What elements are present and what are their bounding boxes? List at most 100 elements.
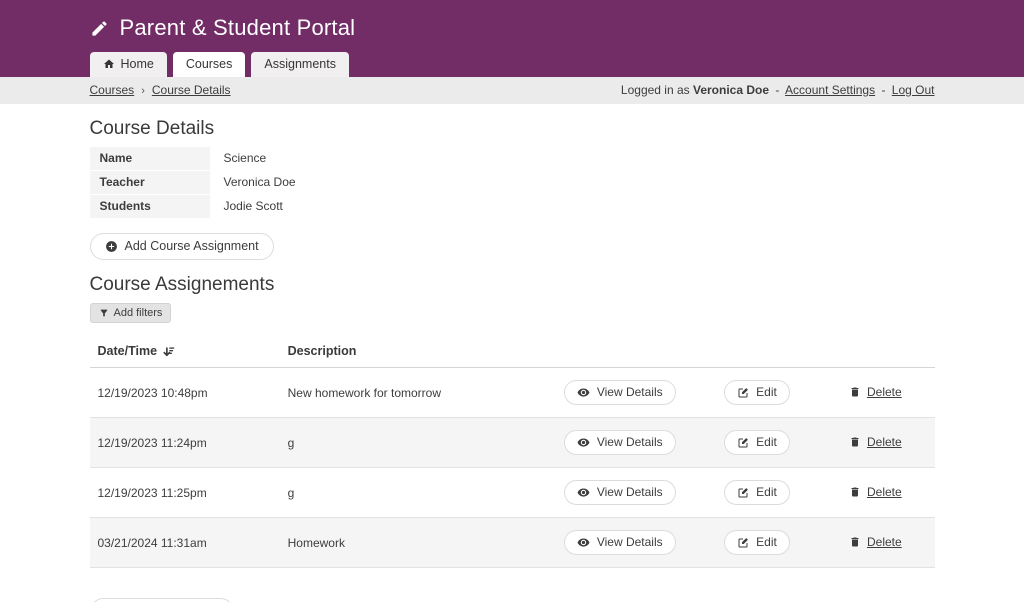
main-nav: Home Courses Assignments bbox=[90, 52, 935, 77]
app-title: Parent & Student Portal bbox=[120, 15, 356, 41]
session-info: Logged in as Veronica Doe - Account Sett… bbox=[621, 83, 935, 97]
sort-amount-icon[interactable] bbox=[162, 345, 175, 358]
detail-row-name: Name Science bbox=[90, 147, 935, 170]
tab-assignments[interactable]: Assignments bbox=[251, 52, 349, 77]
account-settings-link[interactable]: Account Settings bbox=[785, 83, 875, 97]
detail-row-teacher: Teacher Veronica Doe bbox=[90, 171, 935, 194]
add-filters-button[interactable]: Add filters bbox=[90, 303, 172, 323]
table-row: 03/21/2024 11:31am Homework View Details… bbox=[90, 518, 935, 568]
breadcrumb-link-course-details[interactable]: Course Details bbox=[152, 83, 231, 97]
edit-icon bbox=[737, 537, 749, 549]
cell-description: New homework for tomorrow bbox=[280, 368, 542, 418]
detail-label: Name bbox=[90, 147, 210, 170]
add-course-assignment-button[interactable]: Add Course Assignment bbox=[90, 233, 274, 260]
column-header-actions bbox=[816, 335, 934, 368]
main-content: Course Details Name Science Teacher Vero… bbox=[90, 117, 935, 602]
cell-description: g bbox=[280, 468, 542, 518]
delete-label: Delete bbox=[867, 485, 902, 499]
edit-button[interactable]: Edit bbox=[724, 430, 790, 455]
view-details-button[interactable]: View Details bbox=[564, 430, 676, 455]
tab-courses[interactable]: Courses bbox=[173, 52, 246, 77]
plus-circle-icon bbox=[105, 240, 118, 253]
breadcrumb: Courses › Course Details bbox=[90, 83, 231, 97]
edit-button[interactable]: Edit bbox=[724, 380, 790, 405]
cell-description: Homework bbox=[280, 518, 542, 568]
trash-icon bbox=[849, 436, 861, 448]
detail-value: Jodie Scott bbox=[210, 195, 297, 218]
add-filters-label: Add filters bbox=[114, 307, 163, 319]
column-header-datetime[interactable]: Date/Time bbox=[90, 335, 280, 368]
delete-label: Delete bbox=[867, 535, 902, 549]
view-details-button[interactable]: View Details bbox=[564, 480, 676, 505]
edit-icon bbox=[737, 437, 749, 449]
eye-icon bbox=[577, 436, 590, 449]
cell-datetime: 03/21/2024 11:31am bbox=[90, 518, 280, 568]
course-details-heading: Course Details bbox=[90, 117, 935, 140]
tab-home[interactable]: Home bbox=[90, 52, 167, 77]
app-header: Parent & Student Portal Home Courses Ass… bbox=[0, 0, 1024, 77]
view-details-button[interactable]: View Details bbox=[564, 530, 676, 555]
edit-label: Edit bbox=[756, 486, 777, 499]
table-row: 12/19/2023 10:48pm New homework for tomo… bbox=[90, 368, 935, 418]
view-details-label: View Details bbox=[597, 436, 663, 449]
view-details-label: View Details bbox=[597, 536, 663, 549]
column-header-actions bbox=[542, 335, 698, 368]
filter-icon bbox=[99, 308, 109, 318]
trash-icon bbox=[849, 386, 861, 398]
tab-label: Assignments bbox=[264, 57, 336, 71]
column-label: Date/Time bbox=[98, 344, 158, 358]
cell-description: g bbox=[280, 418, 542, 468]
breadcrumb-link-courses[interactable]: Courses bbox=[90, 83, 135, 97]
edit-button[interactable]: Edit bbox=[724, 480, 790, 505]
edit-button[interactable]: Edit bbox=[724, 530, 790, 555]
home-icon bbox=[103, 58, 115, 70]
view-details-button[interactable]: View Details bbox=[564, 380, 676, 405]
edit-label: Edit bbox=[756, 436, 777, 449]
session-prefix: Logged in as bbox=[621, 83, 690, 97]
assignments-table: Date/Time Description 12/19/2023 10:48pm… bbox=[90, 335, 935, 568]
trash-icon bbox=[849, 486, 861, 498]
log-out-link[interactable]: Log Out bbox=[892, 83, 935, 97]
send-notification-button[interactable]: Send Notification bbox=[90, 598, 235, 602]
cell-datetime: 12/19/2023 11:25pm bbox=[90, 468, 280, 518]
app-brand: Parent & Student Portal bbox=[90, 15, 935, 41]
delete-label: Delete bbox=[867, 435, 902, 449]
table-row: 12/19/2023 11:24pm g View Details Edit D… bbox=[90, 418, 935, 468]
session-separator: - bbox=[775, 83, 779, 97]
cell-datetime: 12/19/2023 10:48pm bbox=[90, 368, 280, 418]
table-header-row: Date/Time Description bbox=[90, 335, 935, 368]
detail-value: Veronica Doe bbox=[210, 171, 310, 194]
cell-datetime: 12/19/2023 11:24pm bbox=[90, 418, 280, 468]
add-course-assignment-label: Add Course Assignment bbox=[125, 240, 259, 253]
edit-label: Edit bbox=[756, 536, 777, 549]
eye-icon bbox=[577, 386, 590, 399]
pencil-icon bbox=[90, 19, 109, 38]
eye-icon bbox=[577, 486, 590, 499]
course-assignments-heading: Course Assignements bbox=[90, 273, 935, 296]
column-header-description: Description bbox=[280, 335, 542, 368]
breadcrumb-bar: Courses › Course Details Logged in as Vero… bbox=[0, 77, 1024, 104]
session-separator: - bbox=[881, 83, 885, 97]
tab-label: Courses bbox=[186, 57, 233, 71]
table-row: 12/19/2023 11:25pm g View Details Edit D… bbox=[90, 468, 935, 518]
delete-link[interactable]: Delete bbox=[849, 485, 902, 499]
edit-icon bbox=[737, 487, 749, 499]
delete-link[interactable]: Delete bbox=[849, 385, 902, 399]
edit-icon bbox=[737, 387, 749, 399]
column-header-actions bbox=[698, 335, 816, 368]
column-label: Description bbox=[288, 344, 357, 358]
view-details-label: View Details bbox=[597, 486, 663, 499]
view-details-label: View Details bbox=[597, 386, 663, 399]
session-user: Veronica Doe bbox=[693, 83, 769, 97]
edit-label: Edit bbox=[756, 386, 777, 399]
delete-link[interactable]: Delete bbox=[849, 535, 902, 549]
detail-label: Teacher bbox=[90, 171, 210, 194]
trash-icon bbox=[849, 536, 861, 548]
delete-link[interactable]: Delete bbox=[849, 435, 902, 449]
delete-label: Delete bbox=[867, 385, 902, 399]
tab-label: Home bbox=[121, 57, 154, 71]
eye-icon bbox=[577, 536, 590, 549]
breadcrumb-separator: › bbox=[141, 85, 145, 97]
detail-value: Science bbox=[210, 147, 281, 170]
detail-label: Students bbox=[90, 195, 210, 218]
